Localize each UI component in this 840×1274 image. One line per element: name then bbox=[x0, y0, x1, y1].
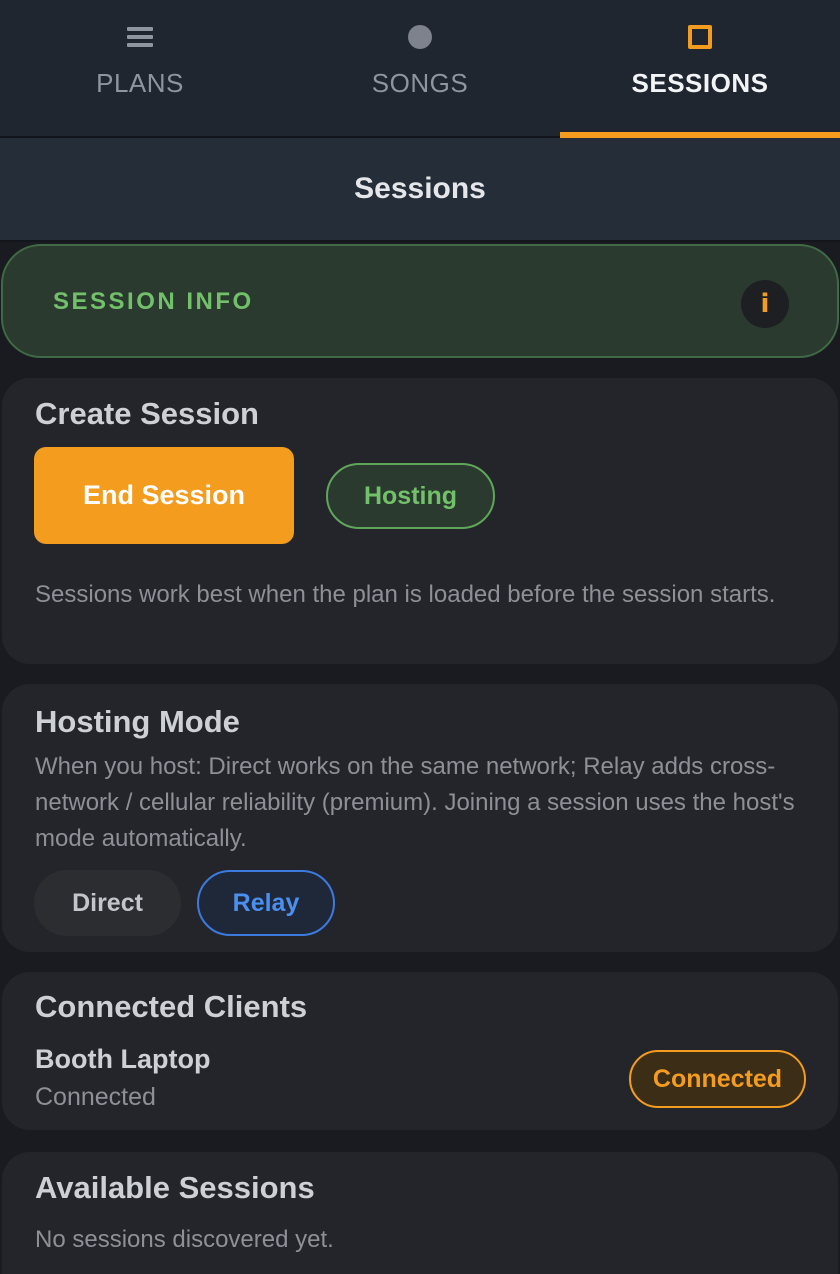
connected-clients-card: Connected Clients Booth Laptop Connected… bbox=[2, 972, 838, 1130]
create-session-hint: Sessions work best when the plan is load… bbox=[35, 581, 776, 608]
end-session-button[interactable]: End Session bbox=[34, 447, 294, 544]
circle-icon bbox=[407, 24, 433, 50]
available-sessions-empty: No sessions discovered yet. bbox=[35, 1226, 334, 1253]
tab-songs[interactable]: SONGS bbox=[280, 0, 560, 136]
tab-sessions[interactable]: SESSIONS bbox=[560, 0, 840, 138]
tab-label: SONGS bbox=[371, 68, 469, 98]
menu-icon bbox=[127, 24, 153, 50]
hosting-mode-card: Hosting Mode When you host: Direct works… bbox=[2, 684, 838, 952]
available-sessions-title: Available Sessions bbox=[35, 1170, 315, 1205]
available-sessions-card: Available Sessions No sessions discovere… bbox=[2, 1152, 838, 1274]
client-name: Booth Laptop bbox=[35, 1044, 211, 1074]
connected-status-badge: Connected bbox=[629, 1050, 806, 1108]
connected-clients-title: Connected Clients bbox=[35, 989, 308, 1024]
create-session-title: Create Session bbox=[35, 396, 259, 431]
tab-plans[interactable]: PLANS bbox=[0, 0, 280, 136]
square-icon bbox=[687, 24, 713, 50]
hosting-status-badge: Hosting bbox=[326, 463, 495, 529]
session-info-title: SESSION INFO bbox=[53, 288, 254, 315]
create-session-card: Create Session End Session Hosting Sessi… bbox=[2, 378, 838, 664]
hosting-mode-title: Hosting Mode bbox=[35, 704, 240, 739]
client-status: Connected bbox=[35, 1083, 156, 1111]
hosting-mode-description: When you host: Direct works on the same … bbox=[35, 753, 795, 852]
tab-label: SESSIONS bbox=[631, 68, 769, 98]
tab-label: PLANS bbox=[96, 68, 184, 98]
info-icon[interactable]: i bbox=[741, 280, 789, 328]
page-title: Sessions bbox=[354, 172, 486, 205]
mode-relay-button[interactable]: Relay bbox=[197, 870, 335, 936]
session-info-banner[interactable]: SESSION INFO i bbox=[1, 244, 839, 358]
page-header: Sessions bbox=[0, 138, 840, 242]
mode-direct-button[interactable]: Direct bbox=[34, 870, 181, 936]
tab-bar: PLANS SONGS SESSIONS bbox=[0, 0, 840, 138]
